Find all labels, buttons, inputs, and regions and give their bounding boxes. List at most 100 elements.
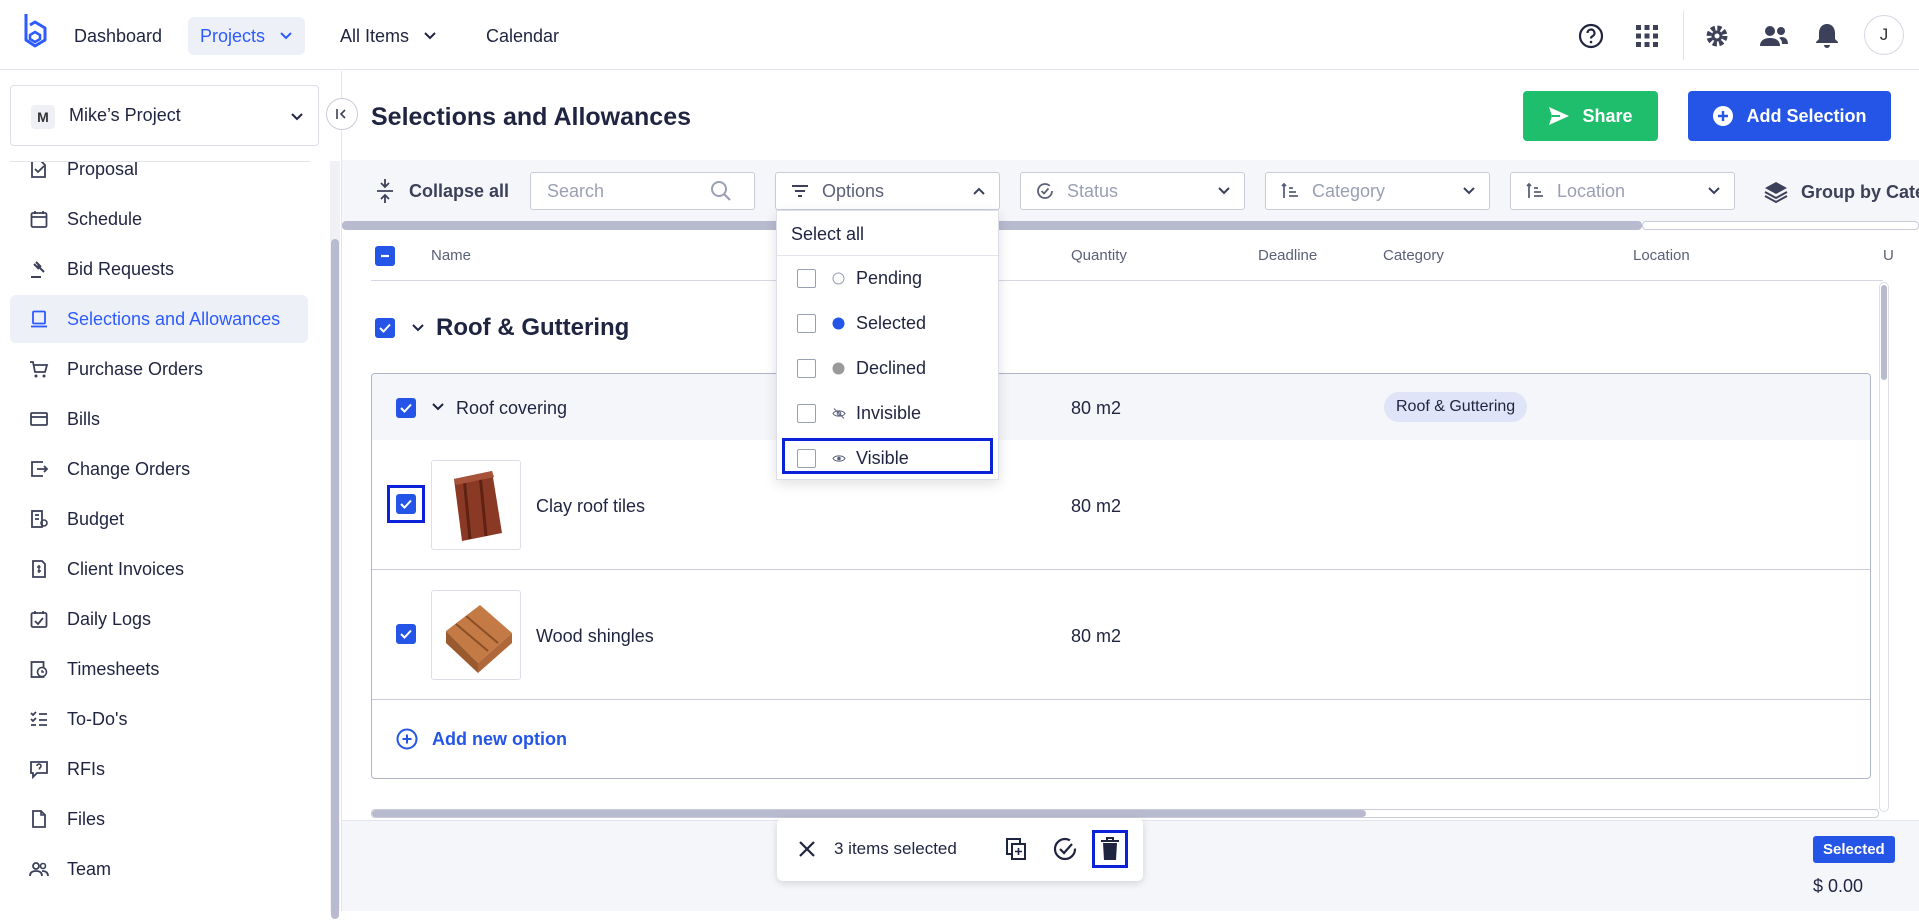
option-filter-invisible[interactable]: Invisible [777,391,998,436]
top-horizontal-scrollbar[interactable] [342,221,1919,231]
location-filter-dropdown[interactable]: Location [1510,172,1735,210]
option-checkbox-wood-shingles[interactable] [396,624,416,644]
collapse-all-button[interactable]: Collapse all [375,178,509,204]
bell-icon[interactable] [1814,17,1840,55]
vertical-scrollbar[interactable] [1879,282,1889,812]
nav-all-items[interactable]: All Items [328,17,449,55]
sidebar-item-files[interactable]: Files [10,795,308,843]
options-filter-dropdown[interactable]: Options [775,172,1000,210]
app-logo-icon[interactable] [20,12,50,54]
close-icon[interactable] [796,838,818,860]
status-filter-dropdown[interactable]: Status [1020,172,1245,210]
sidebar-item-selections-and-allowances[interactable]: Selections and Allowances [10,295,308,343]
option-filter-checkbox[interactable] [797,359,816,378]
gear-icon[interactable] [1704,17,1730,55]
status-filter-label: Status [1067,180,1119,201]
category-filter-dropdown[interactable]: Category [1265,172,1490,210]
items-selected-count: 3 items selected [834,839,957,858]
wood-shingles-thumbnail[interactable] [431,590,521,680]
sidebar-scrollbar[interactable] [330,161,340,919]
bottom-horizontal-scrollbar[interactable] [371,809,1879,818]
sidebar-item-rfis[interactable]: RFIs [10,745,308,793]
share-button[interactable]: Share [1523,91,1658,141]
select-all-option[interactable]: Select all [791,224,864,245]
sidebar-item-change-orders[interactable]: Change Orders [10,445,308,493]
project-name: Mike’s Project [69,105,181,125]
sidebar-item-timesheets[interactable]: Timesheets [10,645,308,693]
column-header-quantity[interactable]: Quantity [1071,247,1127,264]
column-header-extra[interactable]: U [1883,247,1893,264]
selection-row[interactable]: Roof covering 80 m2 Roof & Guttering [372,374,1870,440]
search-input[interactable]: Search [530,172,755,210]
column-header-location[interactable]: Location [1633,247,1690,264]
rfi-icon [28,758,50,780]
header-divider [371,280,1883,281]
sidebar-item-daily-logs[interactable]: Daily Logs [10,595,308,643]
sidebar-item-budget[interactable]: Budget [10,495,308,543]
nav-dashboard[interactable]: Dashboard [62,17,174,55]
duplicate-icon[interactable] [1004,836,1028,862]
team-manage-icon[interactable] [1759,17,1789,55]
collapse-left-icon [336,109,346,119]
approve-check-icon[interactable] [1052,836,1078,862]
project-selector[interactable]: M Mike’s Project [10,85,319,146]
add-selection-button[interactable]: Add Selection [1688,91,1891,141]
option-filter-pending[interactable]: Pending [777,256,998,301]
group-checkbox[interactable] [375,318,395,338]
selection-card: Roof covering 80 m2 Roof & Guttering Cla… [371,373,1871,779]
chevron-down-icon[interactable] [410,320,426,336]
nav-calendar[interactable]: Calendar [474,17,571,55]
option-filter-selected[interactable]: Selected [777,301,998,346]
gavel-icon [28,258,50,280]
column-header-name[interactable]: Name [431,247,471,264]
chevron-down-icon [424,32,436,40]
nav-projects[interactable]: Projects [188,17,306,55]
select-all-rows-checkbox[interactable] [375,246,395,266]
timesheet-icon [28,658,50,680]
apps-grid-icon[interactable] [1633,17,1661,55]
sort-icon [1525,181,1545,201]
group-by-button[interactable]: Group by Cate [1763,180,1919,204]
sidebar-scrollbar-thumb[interactable] [331,239,339,919]
change-order-icon [28,458,50,480]
scrollbar-track[interactable] [1642,221,1919,230]
options-filter-label: Options [822,180,885,201]
add-new-option-label: Add new option [432,728,567,749]
sidebar-item-purchase-orders[interactable]: Purchase Orders [10,345,308,393]
user-avatar[interactable]: J [1864,15,1904,55]
add-new-option-button[interactable]: Add new option [396,728,567,750]
minus-icon [381,254,389,258]
gray-dot-icon [832,362,845,375]
selections-icon [28,308,50,330]
sidebar-item-to-do-s[interactable]: To-Do's [10,695,308,743]
option-filter-checkbox[interactable] [797,314,816,333]
selection-checkbox[interactable] [396,398,416,418]
sidebar-item-bid-requests[interactable]: Bid Requests [10,245,308,293]
plus-circle-icon [1713,106,1734,126]
option-filter-visible[interactable]: Visible [777,436,998,481]
collapse-all-label: Collapse all [409,180,510,201]
delete-button[interactable] [1092,830,1128,868]
sidebar-item-label: Budget [67,508,125,529]
clay-roof-tiles-thumbnail[interactable] [431,460,521,550]
todo-icon [28,708,50,730]
sidebar-item-team[interactable]: Team [10,845,308,893]
chevron-down-icon [1218,187,1230,195]
option-filter-checkbox[interactable] [797,269,816,288]
sidebar-item-bills[interactable]: Bills [10,395,308,443]
help-icon[interactable] [1577,17,1605,55]
option-filter-checkbox[interactable] [797,404,816,423]
option-filter-declined[interactable]: Declined [777,346,998,391]
chevron-down-icon[interactable] [430,399,446,415]
scrollbar-thumb[interactable] [1881,285,1887,380]
column-header-deadline[interactable]: Deadline [1258,247,1317,264]
sidebar-item-proposal[interactable]: Proposal [10,162,308,193]
column-header-category[interactable]: Category [1383,247,1444,264]
sidebar-item-client-invoices[interactable]: Client Invoices [10,545,308,593]
scrollbar-thumb[interactable] [372,810,1366,817]
collapse-sidebar-button[interactable] [326,98,358,130]
sidebar-item-schedule[interactable]: Schedule [10,195,308,243]
sidebar-item-label: RFIs [67,758,105,779]
options-dropdown-menu: Select all Pending Selected Declined Invisi… [776,210,999,480]
send-icon [1549,107,1570,125]
